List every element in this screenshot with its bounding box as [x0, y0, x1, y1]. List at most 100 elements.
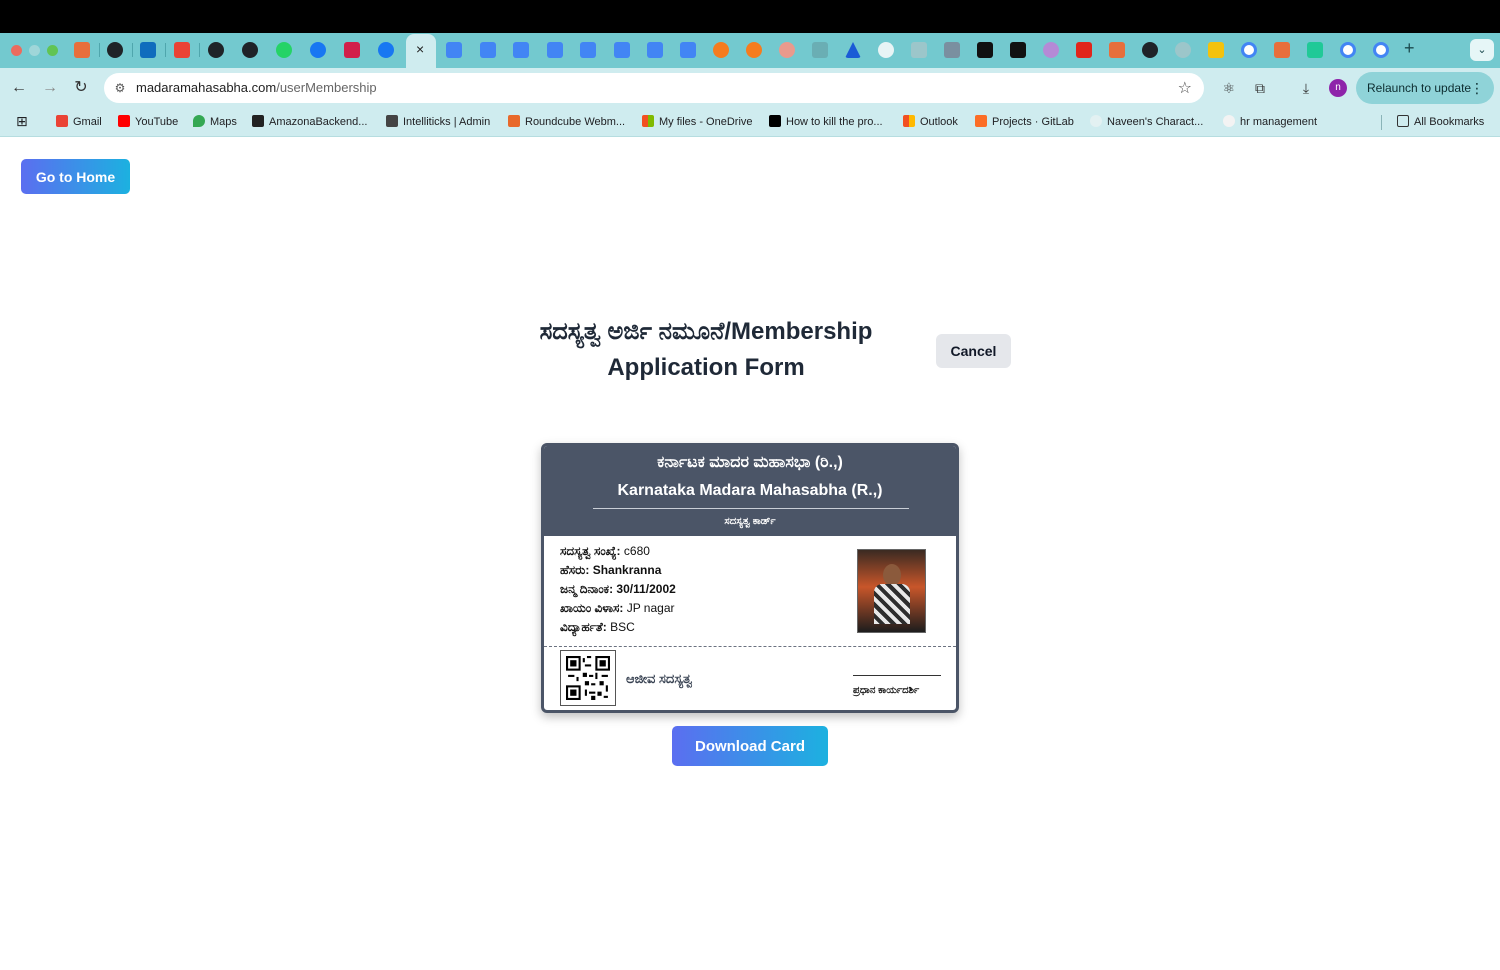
active-tab[interactable]: × — [406, 34, 436, 68]
facebook-icon[interactable] — [310, 42, 326, 58]
field-label: ವಿದ್ಯಾರ್ಹತೆ: — [560, 620, 607, 634]
menu-dots-icon[interactable]: ⋮ — [1470, 72, 1484, 104]
google-icon[interactable] — [1340, 42, 1356, 58]
tab-favicon-icon[interactable] — [713, 42, 729, 58]
facebook-icon[interactable] — [378, 42, 394, 58]
bookmark-intelliticks[interactable]: Intelliticks | Admin — [386, 115, 490, 128]
qualification-field: ವಿದ್ಯಾರ್ಹತೆ: BSC — [560, 620, 635, 635]
browser-toolbar: ← → ↻ ⚙ madaramahasabha.com/userMembersh… — [0, 68, 1500, 108]
member-photo — [857, 549, 926, 633]
address-bar[interactable]: ⚙ madaramahasabha.com/userMembership ☆ — [104, 73, 1204, 103]
bookmark-label: Roundcube Webm... — [525, 116, 626, 128]
new-tab-button[interactable]: + — [1404, 38, 1415, 59]
site-info-icon[interactable]: ⚙ — [112, 80, 128, 96]
microsoft-icon — [903, 115, 915, 127]
docs-icon[interactable] — [580, 42, 596, 58]
field-label: ಸದಸ್ಯತ್ವ ಸಂಖ್ಯೆ: — [560, 544, 621, 558]
tab-favicon-icon[interactable] — [1208, 42, 1224, 58]
github-icon — [1223, 115, 1235, 127]
tab-favicon-icon[interactable] — [1274, 42, 1290, 58]
tab-favicon-icon[interactable] — [1076, 42, 1092, 58]
org-name-kannada: ಕರ್ನಾಟಕ ಮಾದರ ಮಹಾಸಭಾ (ರಿ.,) — [657, 454, 843, 471]
whatsapp-icon[interactable] — [276, 42, 292, 58]
docs-icon[interactable] — [680, 42, 696, 58]
close-window-button[interactable] — [11, 45, 22, 56]
download-icon[interactable]: ⤓ — [1296, 78, 1316, 98]
bookmark-favicon-icon — [386, 115, 398, 127]
minimize-window-button[interactable] — [29, 45, 40, 56]
tab-favicon-icon[interactable] — [344, 42, 360, 58]
field-value: 30/11/2002 — [616, 582, 676, 596]
tab-favicon-icon[interactable] — [1010, 42, 1026, 58]
bookmark-label: Intelliticks | Admin — [403, 116, 491, 128]
photo-head — [883, 564, 901, 586]
bookmark-youtube[interactable]: YouTube — [118, 115, 178, 128]
github-icon[interactable] — [1142, 42, 1158, 58]
youtube-icon — [118, 115, 130, 127]
outlook-icon[interactable] — [140, 42, 156, 58]
relaunch-button[interactable]: Relaunch to update ⋮ — [1356, 72, 1494, 104]
download-card-button[interactable]: Download Card — [672, 726, 828, 766]
field-label: ಜನ್ಮ ದಿನಾಂಕ: — [560, 582, 614, 596]
page-title-line2: Application Form — [607, 354, 805, 381]
tab-favicon-icon[interactable] — [746, 42, 762, 58]
bookmark-hr-management[interactable]: hr management — [1223, 115, 1317, 128]
all-bookmarks-folder[interactable]: All Bookmarks — [1397, 115, 1484, 128]
tab-favicon-icon[interactable] — [1043, 42, 1059, 58]
bookmark-roundcube[interactable]: Roundcube Webm... — [508, 115, 625, 128]
docs-icon[interactable] — [446, 42, 462, 58]
bookmark-gitlab[interactable]: Projects · GitLab — [975, 115, 1074, 128]
docs-icon[interactable] — [513, 42, 529, 58]
tab-favicon-icon[interactable] — [911, 42, 927, 58]
tab-favicon-icon[interactable] — [845, 42, 861, 58]
bookmark-label: Maps — [210, 116, 237, 128]
tab-favicon-icon[interactable] — [779, 42, 795, 58]
bookmark-label: Projects · GitLab — [992, 116, 1074, 128]
bookmark-amazona[interactable]: AmazonaBackend... — [252, 115, 367, 128]
go-to-home-button[interactable]: Go to Home — [21, 159, 130, 194]
bookmark-outlook[interactable]: Outlook — [903, 115, 958, 128]
tab-search-button[interactable]: ⌄ — [1470, 39, 1494, 61]
tab-favicon-icon[interactable] — [1307, 42, 1323, 58]
forward-arrow-icon[interactable]: → — [39, 77, 61, 99]
profile-avatar[interactable]: n — [1329, 79, 1347, 97]
github-icon[interactable] — [107, 42, 123, 58]
back-arrow-icon[interactable]: ← — [8, 77, 30, 99]
tab-favicon-icon[interactable] — [1175, 42, 1191, 58]
bookmark-star-icon[interactable]: ☆ — [1178, 78, 1192, 98]
tab-favicon-icon[interactable] — [878, 42, 894, 58]
github-icon[interactable] — [242, 42, 258, 58]
tab-divider — [165, 43, 166, 57]
extensions-puzzle-icon[interactable]: ⧉ — [1250, 78, 1270, 98]
signature-line — [853, 675, 941, 676]
bookmark-how-to-kill[interactable]: How to kill the pro... — [769, 115, 883, 128]
maximize-window-button[interactable] — [47, 45, 58, 56]
bookmark-maps[interactable]: Maps — [193, 115, 237, 128]
tab-favicon-icon[interactable] — [977, 42, 993, 58]
reload-icon[interactable]: ↻ — [70, 77, 92, 99]
extension-icon[interactable]: ⚛ — [1219, 78, 1239, 98]
tab-favicon-icon[interactable] — [1109, 42, 1125, 58]
tab-favicon-icon[interactable] — [944, 42, 960, 58]
tab-favicon-icon[interactable] — [812, 42, 828, 58]
docs-icon[interactable] — [647, 42, 663, 58]
gmail-icon[interactable] — [174, 42, 190, 58]
gmail-icon — [56, 115, 68, 127]
google-icon[interactable] — [1373, 42, 1389, 58]
url-text[interactable]: madaramahasabha.com/userMembership — [136, 80, 377, 95]
docs-icon[interactable] — [480, 42, 496, 58]
bookmark-label: Naveen's Charact... — [1107, 116, 1204, 128]
bookmark-onedrive[interactable]: My files - OneDrive — [642, 115, 753, 128]
bookmark-gmail[interactable]: Gmail — [56, 115, 102, 128]
field-label: ಹೆಸರು: — [560, 563, 590, 577]
close-tab-icon[interactable]: × — [416, 41, 424, 57]
cancel-button[interactable]: Cancel — [936, 334, 1011, 368]
google-icon[interactable] — [1241, 42, 1257, 58]
tab-favicon-icon[interactable] — [74, 42, 90, 58]
apps-grid-icon[interactable]: ⊞ — [16, 113, 28, 130]
github-icon[interactable] — [208, 42, 224, 58]
docs-icon[interactable] — [614, 42, 630, 58]
docs-icon[interactable] — [547, 42, 563, 58]
field-label: ಖಾಯಂ ವಿಳಾಸ: — [560, 601, 624, 615]
bookmark-naveen[interactable]: Naveen's Charact... — [1090, 115, 1203, 128]
